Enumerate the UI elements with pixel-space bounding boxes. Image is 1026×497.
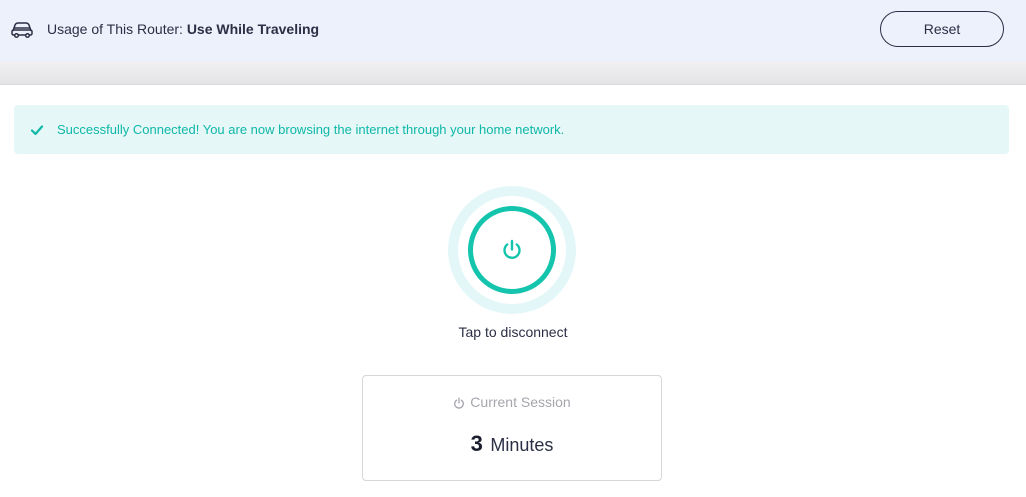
header-divider-band (0, 61, 1026, 85)
disconnect-hint: Tap to disconnect (458, 324, 568, 340)
car-icon (10, 19, 34, 39)
session-title: Current Session (470, 394, 571, 410)
connection-status-alert: Successfully Connected! You are now brow… (14, 105, 1009, 154)
router-usage-value: Use While Traveling (186, 21, 320, 37)
connection-status-message: Successfully Connected! You are now brow… (57, 122, 565, 137)
disconnect-button[interactable] (468, 206, 556, 294)
timer-icon (453, 396, 465, 409)
session-duration: 3 Minutes (363, 431, 661, 457)
router-usage: Usage of This Router: Use While Travelin… (47, 21, 319, 37)
session-duration-value: 3 (470, 431, 483, 456)
current-session-card: Current Session 3 Minutes (362, 375, 662, 481)
power-toggle (448, 186, 576, 314)
router-usage-label: Usage of This Router: (47, 21, 183, 37)
power-icon (500, 238, 524, 262)
session-duration-unit: Minutes (490, 435, 554, 455)
session-header: Current Session (363, 394, 661, 410)
check-icon (30, 123, 44, 136)
top-bar: Usage of This Router: Use While Travelin… (0, 0, 1026, 61)
reset-button[interactable]: Reset (880, 11, 1004, 47)
